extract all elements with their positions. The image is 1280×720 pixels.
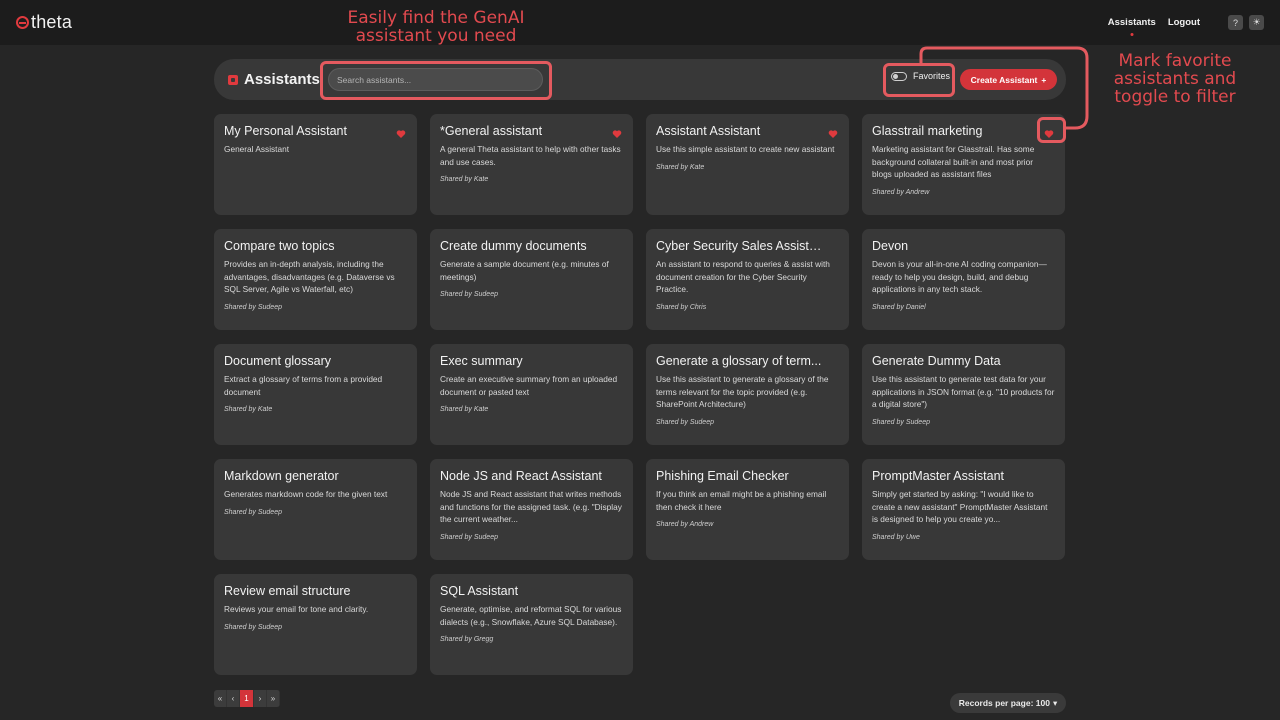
card-shared-by: Shared by Kate bbox=[440, 406, 489, 414]
card-title: Cyber Security Sales Assistant bbox=[656, 239, 827, 253]
assistant-card[interactable]: Cyber Security Sales Assistant An assista… bbox=[646, 229, 849, 330]
top-nav: Assistants Logout ? ☀ bbox=[1108, 0, 1264, 45]
heart-icon[interactable] bbox=[396, 126, 406, 138]
card-description: Simply get started by asking: "I would l… bbox=[872, 489, 1048, 525]
next-page-button[interactable]: › bbox=[254, 690, 267, 707]
theta-logo-icon bbox=[16, 16, 29, 29]
card-shared-by: Shared by Kate bbox=[440, 176, 489, 184]
assistant-card[interactable]: Exec summary Create an executive summary … bbox=[430, 344, 633, 445]
assistant-card[interactable]: My Personal Assistant General Assistant bbox=[214, 114, 417, 215]
nav-logout-link[interactable]: Logout bbox=[1168, 17, 1200, 28]
card-shared-by: Shared by Sudeep bbox=[224, 508, 282, 516]
card-title: PromptMaster Assistant bbox=[872, 469, 1004, 483]
page-title: Assistants bbox=[228, 59, 320, 100]
card-description: Generate a sample document (e.g. minutes… bbox=[440, 259, 609, 282]
card-title: Generate Dummy Data bbox=[872, 354, 1001, 368]
assistant-card[interactable]: Generate a glossary of term... Use this a… bbox=[646, 344, 849, 445]
annotation-connector bbox=[919, 46, 1089, 130]
card-title: Assistant Assistant bbox=[656, 124, 761, 138]
annotation-favorites-note: Mark favorite assistants and toggle to f… bbox=[1113, 51, 1237, 107]
nav-icons: ? ☀ bbox=[1228, 15, 1264, 30]
page-1-button[interactable]: 1 bbox=[240, 690, 254, 707]
card-shared-by: Shared by Andrew bbox=[656, 521, 714, 529]
card-description: Reviews your email for tone and clarity. bbox=[224, 604, 369, 614]
card-title: Review email structure bbox=[224, 584, 351, 598]
assistant-card[interactable]: Review email structure Reviews your email… bbox=[214, 574, 417, 675]
caret-down-icon: ▾ bbox=[1052, 697, 1058, 708]
card-description: If you think an email might be a phishin… bbox=[656, 489, 827, 512]
top-bar: theta Assistants Logout ? ☀ bbox=[0, 0, 1280, 45]
assistant-card[interactable]: *General assistant A general Theta assist… bbox=[430, 114, 633, 215]
card-description: A general Theta assistant to help with o… bbox=[440, 144, 621, 167]
card-shared-by: Shared by Sudeep bbox=[440, 533, 498, 541]
card-title: Generate a glossary of term... bbox=[656, 354, 822, 368]
card-description: An assistant to respond to queries & ass… bbox=[656, 259, 830, 295]
card-description: Extract a glossary of terms from a provi… bbox=[224, 374, 383, 397]
card-shared-by: Shared by Kate bbox=[224, 406, 273, 414]
card-title: Devon bbox=[872, 239, 909, 253]
card-description: Node JS and React assistant that writes … bbox=[440, 489, 622, 525]
assistant-card[interactable]: Node JS and React Assistant Node JS and R… bbox=[430, 459, 633, 560]
card-description: Marketing assistant for Glasstrail. Has … bbox=[872, 144, 1035, 180]
logo-text: theta bbox=[31, 12, 73, 32]
card-shared-by: Shared by Andrew bbox=[872, 188, 930, 196]
card-description: Provides an in-depth analysis, including… bbox=[224, 259, 395, 295]
assistant-card[interactable]: Document glossary Extract a glossary of t… bbox=[214, 344, 417, 445]
card-description: Devon is your all-in-one AI coding compa… bbox=[872, 259, 1047, 295]
theta-logo[interactable]: theta bbox=[16, 12, 72, 33]
card-description: Use this simple assistant to create new … bbox=[656, 144, 835, 154]
last-page-button[interactable]: » bbox=[267, 690, 280, 707]
annotation-search-note: Easily find the GenAI assistant you need bbox=[347, 8, 525, 46]
card-shared-by: Shared by Uwe bbox=[872, 533, 920, 541]
assistant-card[interactable]: PromptMaster Assistant Simply get started… bbox=[862, 459, 1065, 560]
assistant-card[interactable]: Generate Dummy Data Use this assistant to… bbox=[862, 344, 1065, 445]
card-shared-by: Shared by Chris bbox=[656, 303, 707, 311]
card-title: Create dummy documents bbox=[440, 239, 587, 253]
card-description: Use this assistant to generate test data… bbox=[872, 374, 1055, 410]
card-shared-by: Shared by Sudeep bbox=[440, 291, 498, 299]
nav-assistants-link[interactable]: Assistants bbox=[1108, 17, 1156, 28]
card-description: Generate, optimise, and reformat SQL for… bbox=[440, 604, 622, 627]
card-shared-by: Shared by Sudeep bbox=[224, 303, 282, 311]
assistant-card[interactable]: Assistant Assistant Use this simple assis… bbox=[646, 114, 849, 215]
records-per-page-dropdown[interactable]: Records per page: 100 ▾ bbox=[950, 693, 1066, 713]
card-shared-by: Shared by Gregg bbox=[440, 636, 494, 644]
search-input[interactable] bbox=[328, 68, 543, 91]
card-description: Generates markdown code for the given te… bbox=[224, 489, 388, 499]
assistant-card[interactable]: SQL Assistant Generate, optimise, and ref… bbox=[430, 574, 633, 675]
card-title: Node JS and React Assistant bbox=[440, 469, 602, 483]
card-title: Compare two topics bbox=[224, 239, 335, 253]
card-title: Document glossary bbox=[224, 354, 331, 368]
card-title: SQL Assistant bbox=[440, 584, 519, 598]
card-shared-by: Shared by Daniel bbox=[872, 303, 926, 311]
assistant-card[interactable]: Devon Devon is your all-in-one AI coding … bbox=[862, 229, 1065, 330]
card-title: Phishing Email Checker bbox=[656, 469, 789, 483]
card-title: My Personal Assistant bbox=[224, 124, 347, 138]
card-shared-by: Shared by Sudeep bbox=[656, 418, 714, 426]
card-shared-by: Shared by Sudeep bbox=[872, 418, 930, 426]
assistant-card[interactable]: Phishing Email Checker If you think an em… bbox=[646, 459, 849, 560]
card-title: Exec summary bbox=[440, 354, 523, 368]
card-title: Markdown generator bbox=[224, 469, 339, 483]
help-icon[interactable]: ? bbox=[1228, 15, 1243, 30]
assistant-icon bbox=[228, 74, 238, 85]
card-shared-by: Shared by Kate bbox=[656, 163, 705, 171]
card-description: Use this assistant to generate a glossar… bbox=[656, 374, 829, 410]
card-description: General Assistant bbox=[224, 144, 290, 154]
pagination: « ‹ 1 › » bbox=[214, 690, 280, 707]
first-page-button[interactable]: « bbox=[214, 690, 227, 707]
card-shared-by: Shared by Sudeep bbox=[224, 623, 282, 631]
heart-icon[interactable] bbox=[612, 126, 622, 138]
page-title-text: Assistants bbox=[244, 71, 320, 88]
heart-icon[interactable] bbox=[828, 126, 838, 138]
assistant-card[interactable]: Markdown generator Generates markdown cod… bbox=[214, 459, 417, 560]
prev-page-button[interactable]: ‹ bbox=[227, 690, 240, 707]
assistant-card[interactable]: Create dummy documents Generate a sample … bbox=[430, 229, 633, 330]
assistant-card[interactable]: Compare two topics Provides an in-depth a… bbox=[214, 229, 417, 330]
card-title: *General assistant bbox=[440, 124, 543, 138]
card-description: Create an executive summary from an uplo… bbox=[440, 374, 618, 397]
theme-toggle-icon[interactable]: ☀ bbox=[1249, 15, 1264, 30]
records-per-page-label: Records per page: 100 bbox=[958, 698, 1050, 708]
